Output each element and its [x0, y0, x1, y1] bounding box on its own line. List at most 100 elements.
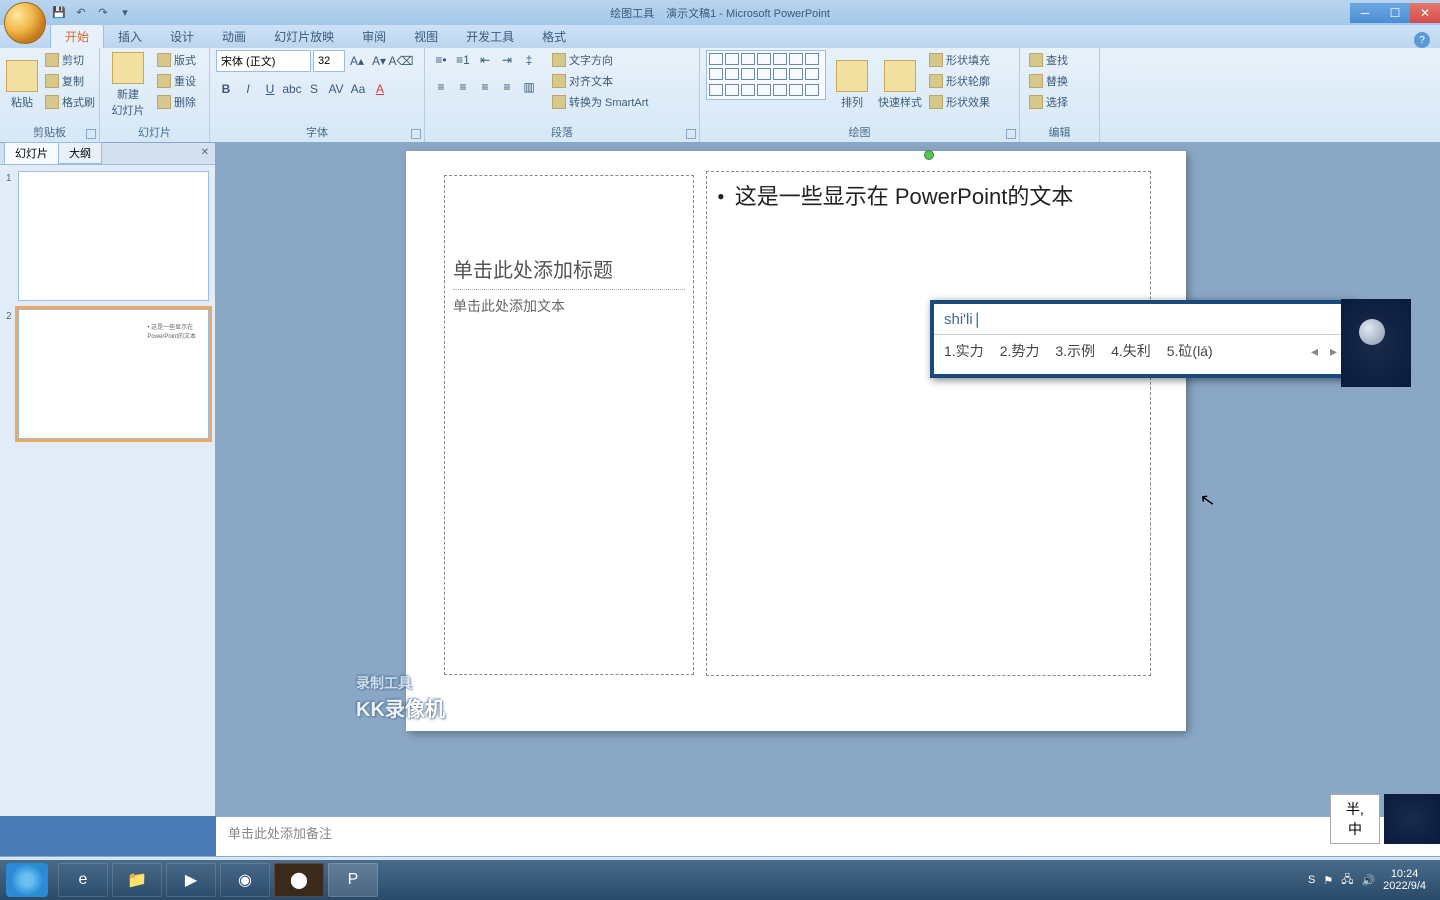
align-right-icon[interactable]: ≡: [475, 77, 495, 97]
ime-candidate-1[interactable]: 1.实力: [944, 341, 984, 361]
tab-developer[interactable]: 开发工具: [452, 25, 528, 48]
slide-thumbnail-1[interactable]: [18, 171, 209, 301]
panel-close-icon[interactable]: ✕: [201, 147, 209, 158]
notes-pane[interactable]: 单击此处添加备注: [216, 816, 1440, 856]
start-button[interactable]: [6, 863, 48, 897]
tab-animation[interactable]: 动画: [208, 25, 260, 48]
indent-inc-icon[interactable]: ⇥: [497, 50, 517, 70]
bullets-icon[interactable]: ≡•: [431, 50, 451, 70]
qat-redo-icon[interactable]: ↷: [94, 4, 112, 22]
align-left-icon[interactable]: ≡: [431, 77, 451, 97]
ime-mode-indicator[interactable]: 半,中: [1330, 794, 1380, 844]
taskbar-media-icon[interactable]: ▶: [166, 863, 216, 897]
minimize-button[interactable]: ─: [1350, 3, 1380, 23]
tray-flag-icon[interactable]: ⚑: [1323, 874, 1333, 887]
tab-format[interactable]: 格式: [528, 25, 580, 48]
font-dialog-launcher[interactable]: [411, 129, 421, 139]
shape-outline-button[interactable]: 形状轮廓: [926, 71, 993, 91]
replace-button[interactable]: 替换: [1026, 71, 1071, 91]
taskbar-powerpoint-icon[interactable]: P: [328, 863, 378, 897]
layout-button[interactable]: 版式: [154, 50, 199, 70]
tab-home[interactable]: 开始: [50, 24, 104, 48]
indent-dec-icon[interactable]: ⇤: [475, 50, 495, 70]
font-name-combo[interactable]: 宋体 (正文): [216, 50, 311, 72]
tab-insert[interactable]: 插入: [104, 25, 156, 48]
shape-fill-button[interactable]: 形状填充: [926, 50, 993, 70]
ime-skin-decoration: [1341, 299, 1411, 387]
align-text-button[interactable]: 对齐文本: [549, 71, 651, 91]
maximize-button[interactable]: ☐: [1380, 3, 1410, 23]
justify-icon[interactable]: ≡: [497, 77, 517, 97]
taskbar-ie-icon[interactable]: e: [58, 863, 108, 897]
taskbar-chrome-icon[interactable]: ◉: [220, 863, 270, 897]
ime-candidate-5[interactable]: 5.砬(lá): [1167, 341, 1213, 361]
system-tray[interactable]: S ⚑ 🖧 🔊 10:242022/9/4: [1308, 868, 1434, 892]
new-slide-button[interactable]: 新建 幻灯片: [106, 50, 150, 120]
shapes-gallery[interactable]: [706, 50, 826, 100]
underline-icon[interactable]: U: [260, 79, 280, 99]
arrange-button[interactable]: 排列: [830, 50, 874, 120]
tray-volume-icon[interactable]: 🔊: [1361, 874, 1375, 887]
bullet-text[interactable]: 这是一些显示在 PowerPoint的文本: [717, 182, 1140, 213]
find-button[interactable]: 查找: [1026, 50, 1071, 70]
quick-styles-button[interactable]: 快速样式: [878, 50, 922, 120]
taskbar-explorer-icon[interactable]: 📁: [112, 863, 162, 897]
ime-candidate-4[interactable]: 4.失利: [1111, 341, 1151, 361]
rotate-handle[interactable]: [924, 150, 934, 160]
tray-clock[interactable]: 10:242022/9/4: [1383, 868, 1426, 892]
close-button[interactable]: ✕: [1410, 3, 1440, 23]
shadow-icon[interactable]: S: [304, 79, 324, 99]
case-icon[interactable]: Aa: [348, 79, 368, 99]
group-paragraph-label: 段落: [425, 124, 699, 140]
paste-button[interactable]: 粘贴: [6, 50, 38, 120]
clipboard-dialog-launcher[interactable]: [86, 129, 96, 139]
format-painter-button[interactable]: 格式刷: [42, 92, 98, 112]
italic-icon[interactable]: I: [238, 79, 258, 99]
bold-icon[interactable]: B: [216, 79, 236, 99]
drawing-dialog-launcher[interactable]: [1006, 129, 1016, 139]
spacing-icon[interactable]: AV: [326, 79, 346, 99]
office-button[interactable]: [4, 2, 46, 44]
slide-thumbnail-2[interactable]: • 这是一些显示在PowerPoint的文本: [18, 309, 209, 439]
shrink-font-icon[interactable]: A▾: [369, 51, 389, 71]
copy-button[interactable]: 复制: [42, 71, 98, 91]
font-color-icon[interactable]: A: [370, 79, 390, 99]
text-direction-button[interactable]: 文字方向: [549, 50, 651, 70]
tray-network-icon[interactable]: 🖧: [1341, 871, 1353, 890]
tab-design[interactable]: 设计: [156, 25, 208, 48]
strike-icon[interactable]: abc: [282, 79, 302, 99]
content-placeholder[interactable]: 这是一些显示在 PowerPoint的文本: [706, 171, 1151, 676]
panel-tab-outline[interactable]: 大纲: [58, 142, 102, 164]
taskbar-recorder-icon[interactable]: ⬤: [274, 863, 324, 897]
clear-format-icon[interactable]: A⌫: [391, 51, 411, 71]
ime-candidate-2[interactable]: 2.势力: [1000, 341, 1040, 361]
qat-save-icon[interactable]: 💾: [50, 4, 68, 22]
tray-ime-icon[interactable]: S: [1308, 874, 1315, 886]
slide-editor[interactable]: 单击此处添加标题 单击此处添加文本 这是一些显示在 PowerPoint的文本 …: [216, 143, 1440, 816]
panel-tab-slides[interactable]: 幻灯片: [4, 142, 59, 164]
qat-more-icon[interactable]: ▾: [116, 4, 134, 22]
reset-button[interactable]: 重设: [154, 71, 199, 91]
select-button[interactable]: 选择: [1026, 92, 1071, 112]
ime-page-arrows[interactable]: ◂ ▸: [1311, 343, 1341, 360]
help-icon[interactable]: ?: [1414, 32, 1430, 48]
numbering-icon[interactable]: ≡1: [453, 50, 473, 70]
tab-slideshow[interactable]: 幻灯片放映: [260, 25, 348, 48]
tab-review[interactable]: 审阅: [348, 25, 400, 48]
qat-undo-icon[interactable]: ↶: [72, 4, 90, 22]
font-size-combo[interactable]: 32: [313, 50, 345, 72]
paragraph-dialog-launcher[interactable]: [686, 129, 696, 139]
title-placeholder[interactable]: 单击此处添加标题 单击此处添加文本: [444, 175, 694, 675]
line-spacing-icon[interactable]: ‡: [519, 50, 539, 70]
align-center-icon[interactable]: ≡: [453, 77, 473, 97]
slide-canvas[interactable]: 单击此处添加标题 单击此处添加文本 这是一些显示在 PowerPoint的文本: [406, 151, 1186, 731]
shape-effects-button[interactable]: 形状效果: [926, 92, 993, 112]
tab-view[interactable]: 视图: [400, 25, 452, 48]
smartart-button[interactable]: 转换为 SmartArt: [549, 92, 651, 112]
ime-candidate-window[interactable]: shi'li| 1.实力 2.势力 3.示例 4.失利 5.砬(lá) ◂ ▸: [930, 300, 1355, 378]
columns-icon[interactable]: ▥: [519, 77, 539, 97]
delete-button[interactable]: 删除: [154, 92, 199, 112]
ime-candidate-3[interactable]: 3.示例: [1055, 341, 1095, 361]
cut-button[interactable]: 剪切: [42, 50, 98, 70]
grow-font-icon[interactable]: A▴: [347, 51, 367, 71]
